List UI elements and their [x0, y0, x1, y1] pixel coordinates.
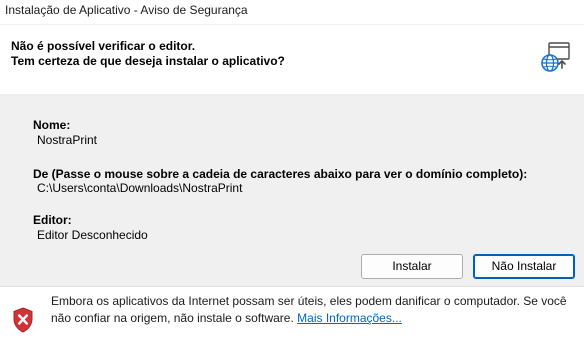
publisher-label: Editor:	[33, 213, 72, 227]
warning-shield-icon	[13, 307, 33, 333]
footer-warning: Embora os aplicativos da Internet possam…	[0, 286, 584, 348]
from-value[interactable]: C:\Users\conta\Downloads\NostraPrint	[37, 181, 242, 195]
name-value: NostraPrint	[37, 133, 98, 147]
title-bar[interactable]: Instalação de Aplicativo - Aviso de Segu…	[0, 0, 584, 25]
header-panel: Não é possível verificar o editor. Tem c…	[0, 25, 584, 94]
footer-advice-line: não confiar na origem, não instale o sof…	[51, 311, 402, 325]
footer-advice-text: não confiar na origem, não instale o sof…	[51, 311, 294, 325]
name-label: Nome:	[33, 118, 71, 132]
dont-install-button[interactable]: Não Instalar	[473, 254, 575, 279]
footer-warning-line: Embora os aplicativos da Internet possam…	[51, 294, 567, 308]
install-warning-dialog: Instalação de Aplicativo - Aviso de Segu…	[0, 0, 584, 348]
publisher-value: Editor Desconhecido	[37, 228, 148, 242]
install-button[interactable]: Instalar	[361, 254, 463, 279]
header-question-line: Tem certeza de que deseja instalar o apl…	[11, 54, 285, 68]
header-warning-line: Não é possível verificar o editor.	[11, 39, 196, 53]
more-info-link[interactable]: Mais Informações...	[297, 311, 402, 325]
globe-install-icon	[541, 42, 570, 72]
window-title: Instalação de Aplicativo - Aviso de Segu…	[5, 3, 248, 17]
from-label: De (Passe o mouse sobre a cadeia de cara…	[33, 167, 528, 181]
